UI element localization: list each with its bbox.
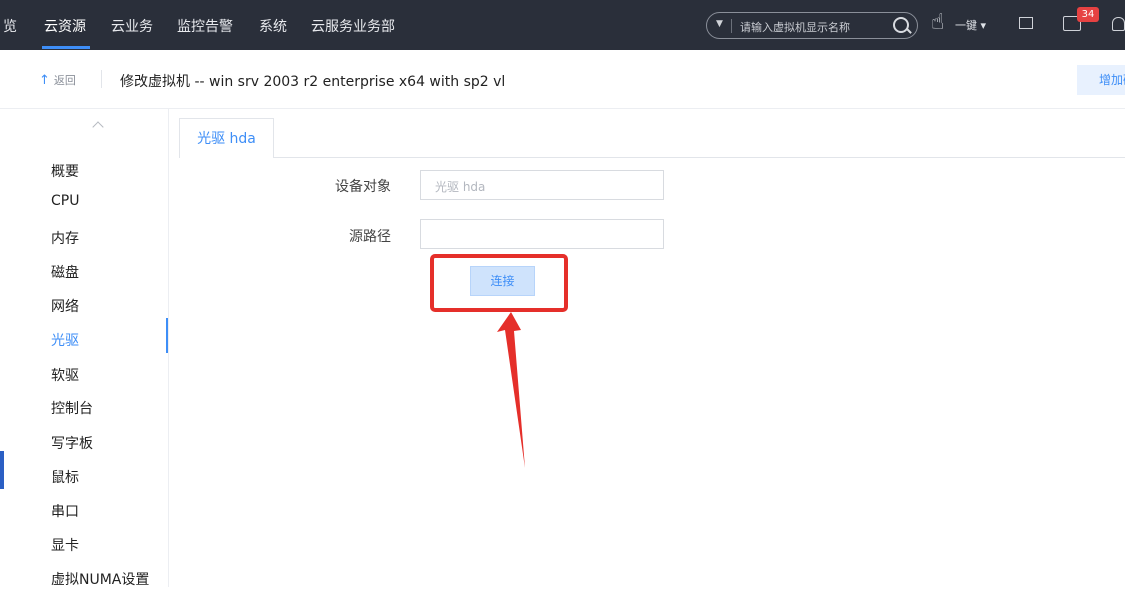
annotation-arrow-shape (497, 312, 525, 468)
annotation-arrow (497, 312, 525, 468)
